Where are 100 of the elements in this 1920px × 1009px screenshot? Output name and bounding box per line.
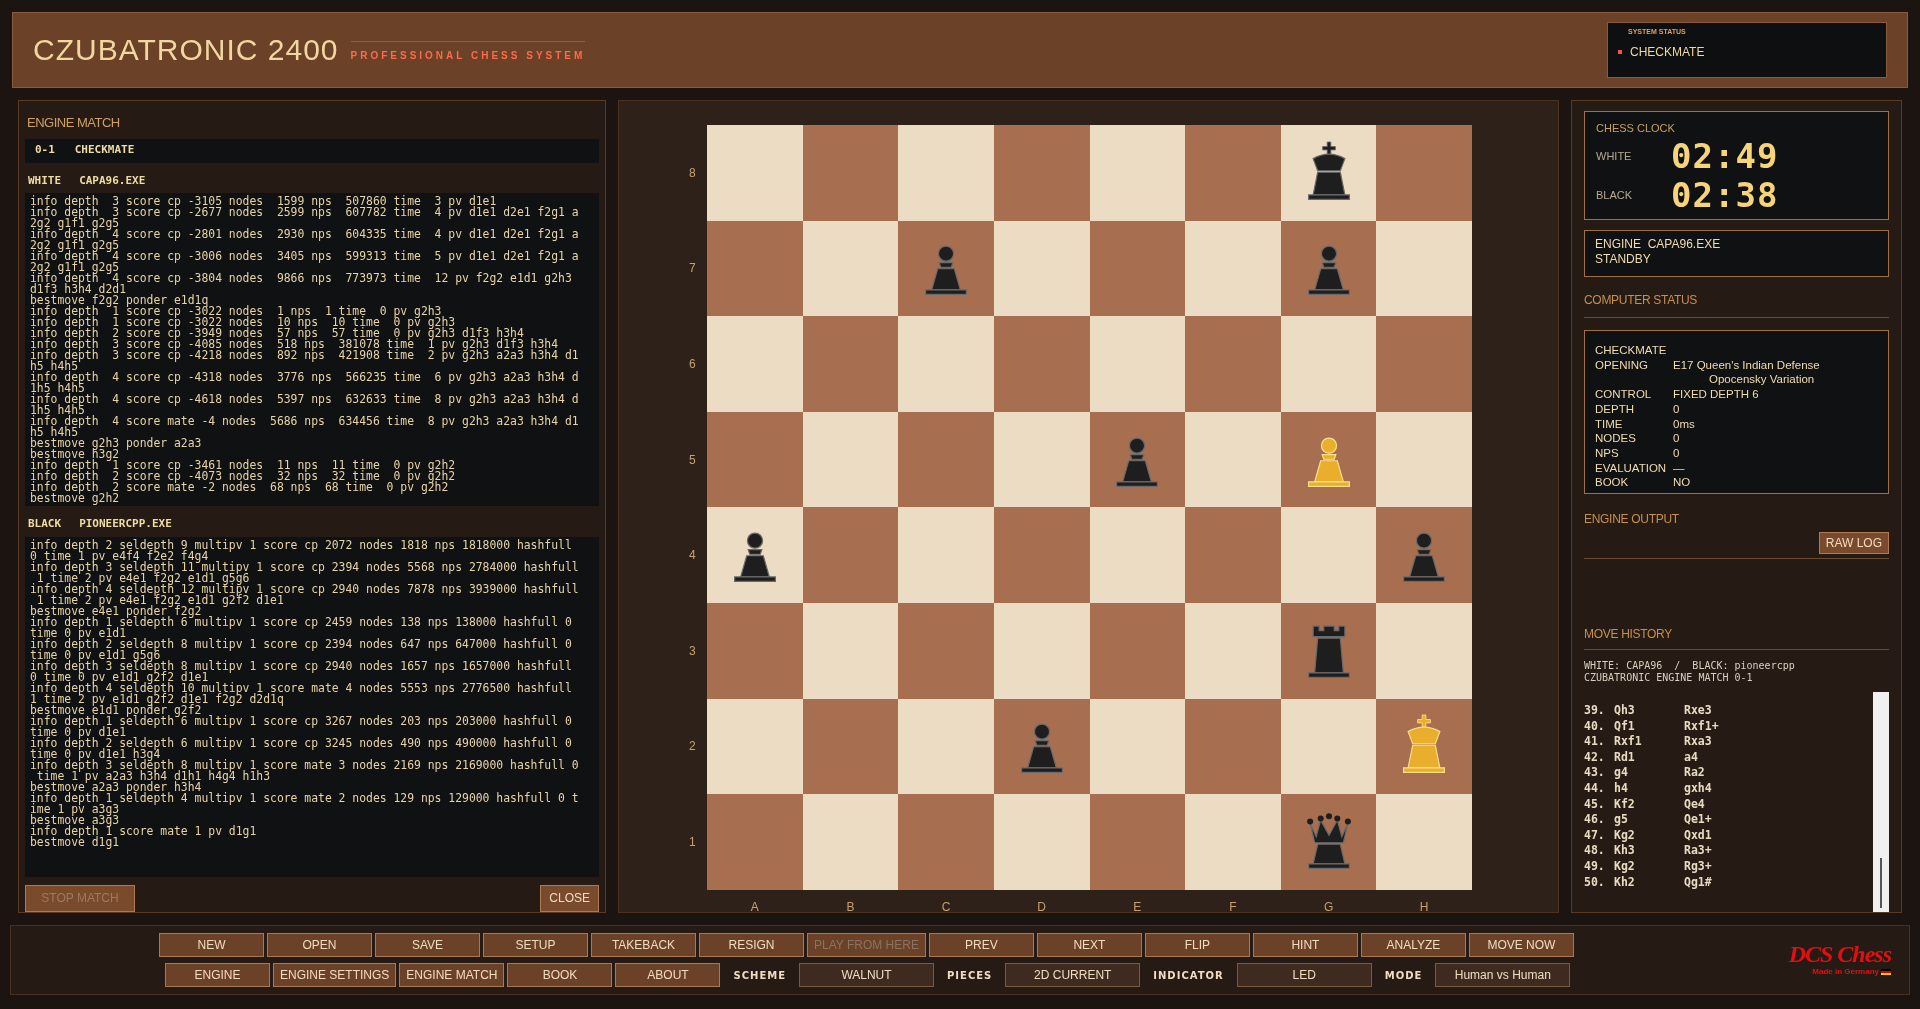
clock-title: CHESS CLOCK: [1596, 121, 1676, 136]
log-line: bestmove a3g3: [30, 814, 121, 826]
status-value: FIXED DEPTH 6: [1673, 387, 1759, 402]
log-line: bestmove d1g1: [30, 836, 120, 848]
log-line: time 0 pv e1d1 g5g6: [30, 649, 161, 661]
board-square[interactable]: [1280, 602, 1377, 699]
logo-tagline: Made in Germany: [1812, 966, 1879, 978]
file-label: B: [846, 899, 855, 916]
log-line: time 0 pv d1e1: [30, 726, 126, 738]
status-value: E17 Queen's Indian Defense: [1673, 357, 1820, 373]
board-square[interactable]: [1280, 125, 1377, 221]
move-number: 41.: [1584, 734, 1606, 750]
toolbar-button[interactable]: NEXT: [1036, 933, 1142, 957]
side-label: WHITE: [28, 172, 62, 189]
rank-label: 5: [689, 451, 696, 469]
board-square[interactable]: [1089, 411, 1186, 508]
log-line: ime 1 pv a3g3: [30, 803, 120, 815]
log-line: info depth 2 seldepth 6 multipv 1 score cp 3245 nodes 490 nps 490000 hashfull 0: [30, 737, 573, 749]
player-label: WHITE: [1596, 148, 1633, 164]
board-square[interactable]: [898, 220, 994, 317]
flag-icon: [1881, 969, 1891, 975]
close-button[interactable]: CLOSE: [540, 885, 599, 912]
move-notation: Kh3: [1614, 843, 1636, 859]
toolbar-button[interactable]: ANALYZE: [1360, 933, 1466, 957]
move-notation: Kh2: [1614, 874, 1636, 891]
player-label: BLACK: [1596, 187, 1634, 203]
rank-label: 3: [689, 642, 696, 660]
option-label: PIECES: [946, 968, 994, 983]
log-line: 0 time 1 pv e4f4 f2e2 f4g4: [30, 550, 209, 562]
reply-notation: Ra2: [1684, 765, 1705, 781]
toolbar-button[interactable]: SETUP: [483, 933, 588, 957]
log-line: bestmove e1d1 ponder g2f2: [30, 704, 202, 716]
move-notation: h4: [1614, 780, 1629, 797]
rank-label: 1: [689, 833, 696, 851]
reply-notation: Qe1+: [1684, 812, 1712, 828]
status-value: NO: [1673, 475, 1691, 491]
board-square[interactable]: [1280, 794, 1377, 890]
log-line: info depth 4 seldepth 10 multipv 1 score mate 4 nodes 5553 nps 2776500 hashfull: [30, 682, 573, 694]
file-label: H: [1419, 899, 1429, 916]
toolbar-button[interactable]: RESIGN: [699, 933, 804, 957]
toolbar-button[interactable]: ENGINE SETTINGS: [273, 963, 397, 987]
toolbar-button[interactable]: BOOK: [507, 963, 613, 987]
reply-notation: Rxa3: [1684, 734, 1712, 750]
file-label: D: [1037, 899, 1046, 916]
scrollbar[interactable]: [1873, 692, 1889, 912]
toolbar-button[interactable]: ENGINE MATCH: [399, 963, 505, 987]
match-result: 0-1 CHECKMATE: [25, 138, 599, 163]
clock-time: 02:38: [1671, 178, 1779, 212]
toolbar-button[interactable]: SAVE: [375, 933, 480, 957]
log-line: 2g2 g1f1 g2g5: [30, 218, 121, 230]
log-line: info depth 2 seldepth 9 multipv 1 score cp 2072 nodes 1818 nps 1818000 hashfull: [30, 539, 573, 551]
board-square[interactable]: [707, 507, 803, 603]
option-select[interactable]: LED: [1236, 963, 1372, 987]
reply-notation: Rg3+: [1684, 858, 1712, 875]
option-select[interactable]: Human vs Human: [1435, 963, 1571, 987]
option-select[interactable]: 2D CURRENT: [1005, 963, 1141, 987]
log-line: info depth 1 seldepth 4 multipv 1 score mate 2 nodes 129 nps 129000 hashfull 0 t: [30, 792, 580, 804]
move-notation: Rxf1: [1614, 734, 1643, 750]
file-label: E: [1133, 899, 1142, 916]
toolbar-button[interactable]: HINT: [1252, 933, 1358, 957]
log-line: info depth 3 seldepth 8 multipv 1 score cp 2940 nodes 1657 nps 1657000 hashfull: [30, 660, 573, 672]
section-title: MOVE HISTORY: [1584, 626, 1673, 643]
status-label: TIME: [1595, 416, 1624, 432]
app-title: CZUBATRONIC 2400: [33, 35, 339, 65]
engine-status-text: ENGINE CAPA96.EXE: [1595, 236, 1722, 252]
toolbar-button[interactable]: ABOUT: [615, 963, 721, 987]
reply-notation: Rxf1+: [1684, 718, 1719, 735]
status-value: 0: [1673, 401, 1680, 417]
toolbar-button[interactable]: FLIP: [1144, 933, 1250, 957]
reply-notation: gxh4: [1684, 780, 1712, 797]
toolbar-button[interactable]: ENGINE: [165, 963, 270, 987]
status-value: 0: [1673, 446, 1680, 461]
log-line: time 0 pv e1d1: [30, 627, 126, 639]
toolbar-button[interactable]: MOVE NOW: [1468, 933, 1574, 957]
raw-log-button[interactable]: RAW LOG: [1818, 532, 1889, 554]
toolbar-button[interactable]: NEW: [159, 933, 264, 957]
move-number: 42.: [1584, 749, 1606, 766]
section-title: COMPUTER STATUS: [1584, 292, 1699, 310]
toolbar-button[interactable]: OPEN: [267, 933, 372, 957]
move-number: 44.: [1584, 780, 1606, 797]
move-number: 49.: [1584, 858, 1606, 875]
status-value: —: [1673, 460, 1685, 476]
log-line: 0 time 0 pv e1d1 g2f2 d1e1: [30, 671, 209, 683]
move-number: 45.: [1584, 796, 1606, 813]
side-label: BLACK: [28, 516, 62, 533]
toolbar-button[interactable]: PREV: [928, 933, 1034, 957]
move-number: 48.: [1584, 843, 1606, 859]
board-square[interactable]: [993, 698, 1090, 795]
history-header: CZUBATRONIC ENGINE MATCH 0-1: [1584, 672, 1754, 684]
reply-notation: Qxd1: [1684, 827, 1712, 844]
engine-name: PIONEERCPP.EXE: [79, 516, 172, 533]
engine-status-text: STANDBY: [1595, 251, 1652, 267]
status-value: 0ms: [1673, 416, 1695, 432]
scrollbar-thumb[interactable]: [1880, 858, 1882, 908]
log-line: info depth 4 score cp -2801 nodes 2930 nps 604335 time 4 pv d1e1 d2e1 f2g1 a: [30, 229, 580, 241]
board-square[interactable]: [1280, 220, 1377, 317]
move-notation: g4: [1614, 765, 1629, 781]
option-label: MODE: [1383, 968, 1424, 983]
toolbar-button[interactable]: TAKEBACK: [591, 933, 696, 957]
option-select[interactable]: WALNUT: [799, 963, 934, 987]
